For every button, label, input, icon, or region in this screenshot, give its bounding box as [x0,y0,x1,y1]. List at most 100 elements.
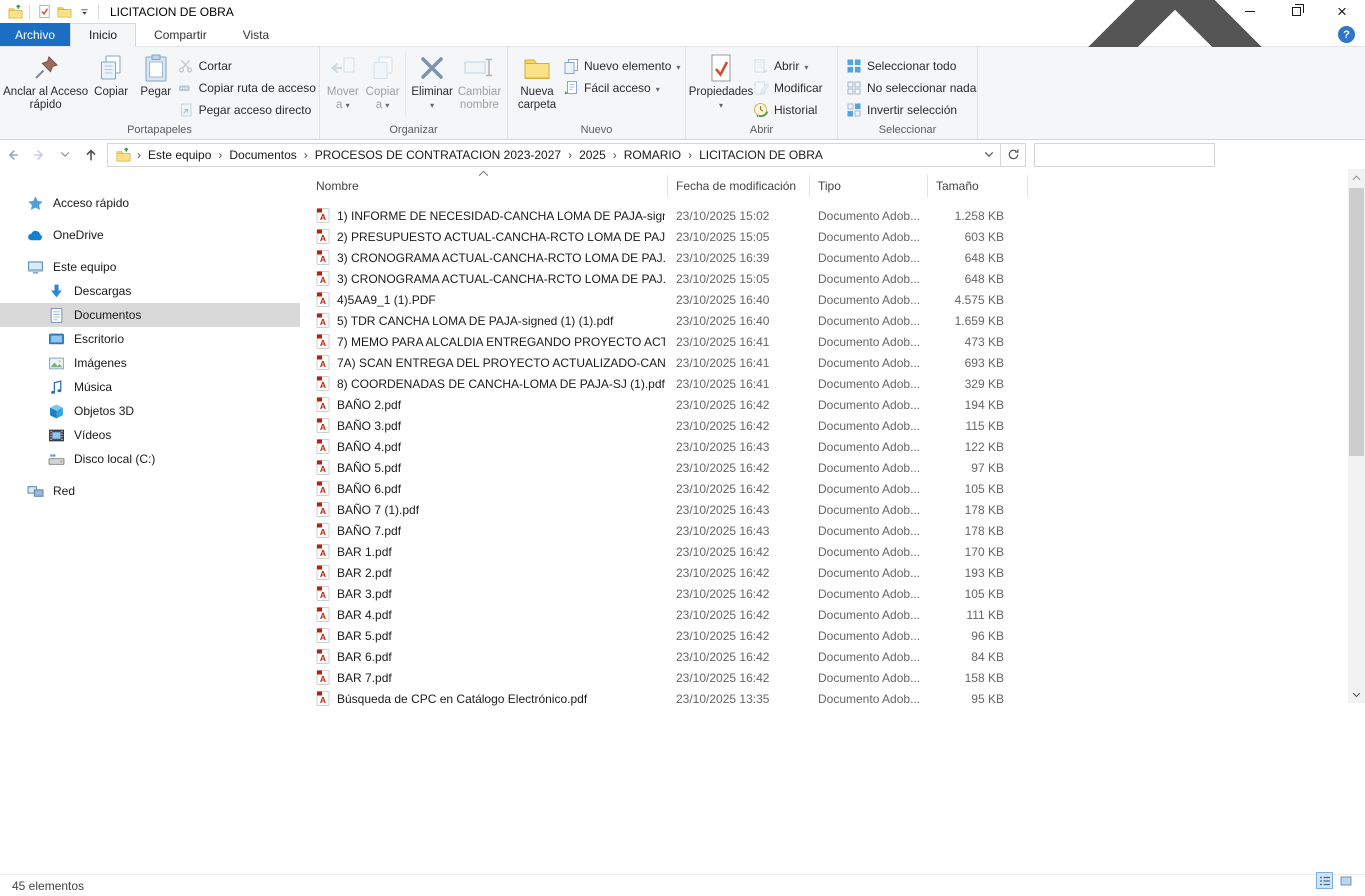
forward-icon[interactable] [26,140,52,169]
properties-button[interactable]: Propiedades [689,50,753,112]
help-icon[interactable] [1338,26,1355,43]
breadcrumb-chevron-icon[interactable] [135,148,143,162]
sidebar-item-disco-local-c[interactable]: Disco local (C:) [0,447,300,471]
copy-to-button[interactable]: Copiar a [363,50,403,112]
explorer-app-icon[interactable] [5,3,25,20]
file-row[interactable]: A7A) SCAN ENTREGA DEL PROYECTO ACTUALIZA… [300,352,1348,373]
sidebar-item-onedrive[interactable]: OneDrive [0,223,300,247]
breadcrumb-chevron-icon[interactable] [302,148,310,162]
refresh-icon[interactable] [1001,143,1026,167]
new-item-button[interactable]: Nuevo elemento [563,57,680,75]
column-header-fecha[interactable]: Fecha de modificación [668,175,810,197]
file-row[interactable]: ABAÑO 6.pdf23/10/2025 16:42Documento Ado… [300,478,1348,499]
new-folder-small-icon[interactable] [54,3,74,20]
file-row[interactable]: A3) CRONOGRAMA ACTUAL-CANCHA-RCTO LOMA D… [300,268,1348,289]
address-box[interactable]: Este equipo Documentos PROCESOS DE CONTRAT… [107,143,1001,167]
tab-vista[interactable]: Vista [225,23,287,46]
details-view-icon[interactable] [1316,872,1333,889]
file-row[interactable]: ABAÑO 3.pdf23/10/2025 16:42Documento Ado… [300,415,1348,436]
breadcrumb-chevron-icon[interactable] [566,148,574,162]
history-button[interactable]: Historial [753,101,823,119]
sidebar-item-objetos-3d[interactable]: Objetos 3D [0,399,300,423]
sidebar-item-imagenes[interactable]: Imágenes [0,351,300,375]
file-row[interactable]: ABAR 3.pdf23/10/2025 16:42Documento Adob… [300,583,1348,604]
svg-text:A: A [320,317,326,327]
breadcrumb-segment[interactable]: ROMARIO [619,148,686,162]
sidebar-item-documentos[interactable]: Documentos [0,303,300,327]
file-row[interactable]: ABAÑO 7 (1).pdf23/10/2025 16:43Documento… [300,499,1348,520]
file-row[interactable]: A3) CRONOGRAMA ACTUAL-CANCHA-RCTO LOMA D… [300,247,1348,268]
properties-check-icon[interactable] [34,3,54,20]
file-row[interactable]: A7) MEMO PARA ALCALDIA ENTREGANDO PROYEC… [300,331,1348,352]
copy-button[interactable]: Copiar [88,50,134,99]
back-icon[interactable] [0,140,26,169]
group-label: Nuevo [508,124,685,136]
file-row[interactable]: ABAR 5.pdf23/10/2025 16:42Documento Adob… [300,625,1348,646]
easy-access-button[interactable]: Fácil acceso [563,79,680,97]
close-icon[interactable] [1319,0,1365,23]
open-button[interactable]: Abrir [753,57,823,75]
file-row[interactable]: ABAR 7.pdf23/10/2025 16:42Documento Adob… [300,667,1348,688]
select-all-button[interactable]: Seleccionar todo [846,57,976,75]
scroll-down-icon[interactable] [1348,686,1365,703]
delete-button[interactable]: Eliminar [409,50,454,112]
sidebar-item-musica[interactable]: Música [0,375,300,399]
cut-button[interactable]: Cortar [178,57,316,75]
file-row[interactable]: ABAR 2.pdf23/10/2025 16:42Documento Adob… [300,562,1348,583]
thumbnails-view-icon[interactable] [1337,872,1354,889]
ribbon-group-seleccionar: Seleccionar todo No seleccionar nada Inv… [838,47,978,139]
scrollbar-thumb[interactable] [1349,188,1364,456]
sidebar-item-videos[interactable]: Vídeos [0,423,300,447]
scroll-up-icon[interactable] [1348,169,1365,186]
select-none-button[interactable]: No seleccionar nada [846,79,976,97]
file-row[interactable]: ABAR 6.pdf23/10/2025 16:42Documento Adob… [300,646,1348,667]
file-row[interactable]: ABAÑO 4.pdf23/10/2025 16:43Documento Ado… [300,436,1348,457]
breadcrumb-segment[interactable]: 2025 [574,148,611,162]
column-header-nombre[interactable]: Nombre [308,175,668,197]
column-header-tamano[interactable]: Tamaño [928,175,1028,197]
pin-to-quick-access-button[interactable]: Anclar al Acceso rápido [3,50,88,112]
file-row[interactable]: ABAR 4.pdf23/10/2025 16:42Documento Adob… [300,604,1348,625]
chevron-down-icon[interactable] [978,151,1000,158]
vertical-scrollbar[interactable] [1348,169,1365,703]
file-row[interactable]: ABúsqueda de CPC en Catálogo Electrónico… [300,688,1348,709]
tab-archivo[interactable]: Archivo [0,23,70,46]
modify-button[interactable]: Modificar [753,79,823,97]
file-row[interactable]: A4)5AA9_1 (1).PDF23/10/2025 16:40Documen… [300,289,1348,310]
search-input[interactable] [1034,143,1215,167]
breadcrumb-segment[interactable]: PROCESOS DE CONTRATACION 2023-2027 [310,148,566,162]
breadcrumb-chevron-icon[interactable] [686,148,694,162]
file-row[interactable]: A5) TDR CANCHA LOMA DE PAJA-signed (1) (… [300,310,1348,331]
up-icon[interactable] [78,140,104,169]
new-folder-button[interactable]: Nueva carpeta [511,50,563,112]
sidebar-item-este-equipo[interactable]: Este equipo [0,255,300,279]
breadcrumb-segment[interactable]: Documentos [224,148,301,162]
sidebar-item-red[interactable]: Red [0,479,300,503]
sidebar-item-escritorio[interactable]: Escritorio [0,327,300,351]
move-to-button[interactable]: Mover a [323,50,363,112]
paste-shortcut-button[interactable]: Pegar acceso directo [178,101,316,119]
copy-path-button[interactable]: Copiar ruta de acceso [178,79,316,97]
tab-inicio[interactable]: Inicio [70,23,136,47]
file-row[interactable]: ABAÑO 7.pdf23/10/2025 16:43Documento Ado… [300,520,1348,541]
customize-quick-access-icon[interactable] [74,3,94,20]
recent-locations-icon[interactable] [52,140,78,169]
paste-button[interactable]: Pegar [134,50,178,99]
breadcrumb-chevron-icon[interactable] [611,148,619,162]
breadcrumb-chevron-icon[interactable] [216,148,224,162]
sidebar-item-acceso-rapido[interactable]: Acceso rápido [0,191,300,215]
file-row[interactable]: ABAÑO 5.pdf23/10/2025 16:42Documento Ado… [300,457,1348,478]
file-row[interactable]: A1) INFORME DE NECESIDAD-CANCHA LOMA DE … [300,205,1348,226]
rename-button[interactable]: Cambiar nombre [455,50,504,112]
tab-compartir[interactable]: Compartir [136,23,225,46]
invert-selection-button[interactable]: Invertir selección [846,101,976,119]
breadcrumb-segment[interactable]: Este equipo [143,148,216,162]
column-header-tipo[interactable]: Tipo [810,175,928,197]
file-row[interactable]: A8) COORDENADAS DE CANCHA-LOMA DE PAJA-S… [300,373,1348,394]
sidebar-item-descargas[interactable]: Descargas [0,279,300,303]
file-row[interactable]: A2) PRESUPUESTO ACTUAL-CANCHA-RCTO LOMA … [300,226,1348,247]
file-row[interactable]: ABAR 1.pdf23/10/2025 16:42Documento Adob… [300,541,1348,562]
ribbon-tab-strip: Archivo Inicio Compartir Vista [0,23,1365,47]
file-row[interactable]: ABAÑO 2.pdf23/10/2025 16:42Documento Ado… [300,394,1348,415]
breadcrumb-segment[interactable]: LICITACION DE OBRA [694,148,828,162]
